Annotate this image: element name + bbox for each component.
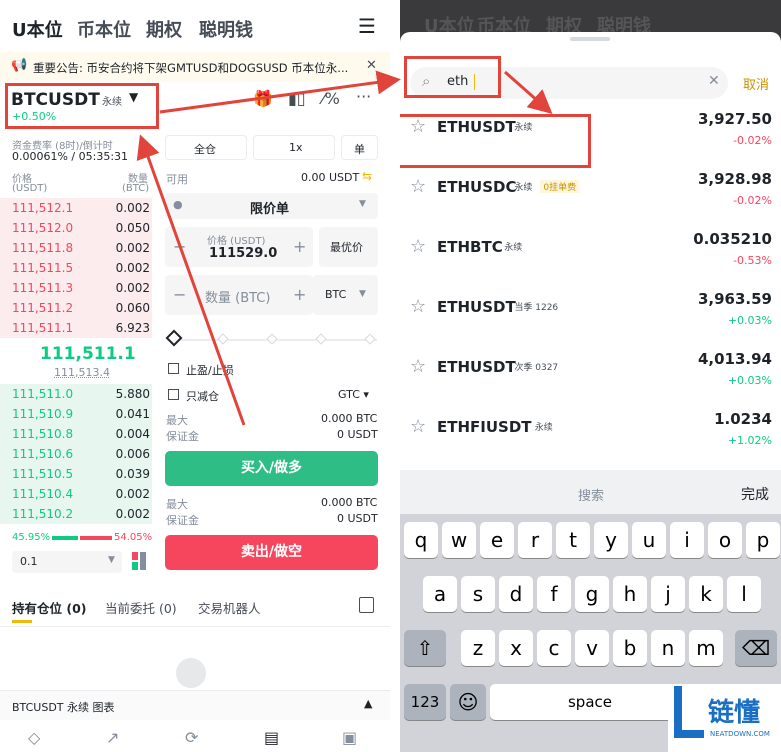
arrow-search-to-result bbox=[504, 70, 553, 114]
arrow-to-symbol bbox=[136, 134, 246, 426]
annotation-arrows bbox=[136, 70, 553, 426]
arrow-symbol-to-search bbox=[159, 70, 401, 114]
